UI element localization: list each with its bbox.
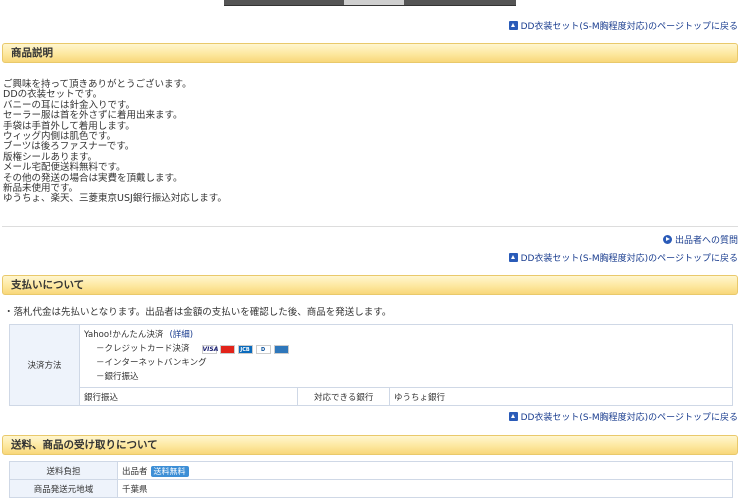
- seller-question-label: 出品者への質問: [674, 236, 738, 246]
- page-top-link-label: DD衣装セット(S-M胸程度対応)のページトップに戻る: [520, 254, 738, 264]
- page-top-link-label: DD衣装セット(S-M胸程度対応)のページトップに戻る: [520, 413, 738, 423]
- section-header-payment: 支払いについて: [2, 275, 738, 295]
- seller-question-link[interactable]: 出品者への質問: [662, 233, 738, 246]
- arrow-up-icon: [508, 253, 518, 262]
- divider: [2, 226, 738, 227]
- section-header-description: 商品説明: [2, 43, 738, 63]
- page-top-link[interactable]: DD衣装セット(S-M胸程度対応)のページトップに戻る: [508, 251, 738, 264]
- yahoo-pay-label: Yahoo!かんたん決済: [84, 330, 164, 340]
- arrow-up-icon: [508, 412, 518, 421]
- amex-icon: [273, 344, 289, 354]
- page-top-link-label: DD衣装セット(S-M胸程度対応)のページトップに戻る: [520, 22, 738, 32]
- shipping-burden-label: 送料負担: [9, 461, 118, 480]
- banks-value: ゆうちょ銀行: [389, 387, 733, 406]
- arrow-up-icon: [508, 21, 518, 30]
- origin-label: 商品発送元地域: [9, 479, 118, 498]
- free-shipping-badge: 送料無料: [150, 465, 189, 477]
- section-header-shipping: 送料、商品の受け取りについて: [2, 435, 738, 455]
- visa-icon: VISA: [201, 344, 219, 354]
- shipping-burden-value: 出品者: [122, 466, 148, 477]
- card-logos: VISA JCB D: [201, 344, 289, 354]
- credit-card-label: －クレジットカード決済: [96, 344, 190, 354]
- payment-methods-cell: Yahoo!かんたん決済 (詳細) －クレジットカード決済 VISA JCB D…: [79, 324, 733, 388]
- page-top-link[interactable]: DD衣装セット(S-M胸程度対応)のページトップに戻る: [508, 410, 738, 423]
- internet-banking-label: －インターネットバンキング: [96, 358, 207, 368]
- page-top-link[interactable]: DD衣装セット(S-M胸程度対応)のページトップに戻る: [508, 19, 738, 32]
- detail-link[interactable]: (詳細): [169, 328, 193, 342]
- description-text: ご興味を持って頂きありがとうございます。 DDの衣装セットです。 バニーの耳には…: [3, 79, 227, 205]
- payment-table: 決済方法 Yahoo!かんたん決済 (詳細) －クレジットカード決済 VISA …: [9, 324, 733, 406]
- bank-transfer-label: 銀行振込: [79, 387, 298, 406]
- payment-method-label: 決済方法: [9, 324, 80, 406]
- product-image-bottom: [224, 0, 516, 6]
- banks-label: 対応できる銀行: [297, 387, 390, 406]
- jcb-icon: JCB: [237, 344, 253, 354]
- payment-note: ・落札代金は先払いとなります。出品者は金額の支払いを確認した後、商品を発送します…: [4, 307, 392, 318]
- arrow-right-icon: [662, 235, 672, 244]
- shipping-burden-cell: 出品者 送料無料: [117, 461, 733, 480]
- mastercard-icon: [219, 344, 235, 354]
- shipping-table: 送料負担 出品者 送料無料 商品発送元地域 千葉県: [9, 461, 733, 498]
- bank-transfer-sub-label: －銀行振込: [96, 372, 139, 382]
- origin-value: 千葉県: [117, 479, 733, 498]
- description-line: ゆうちょ、楽天、三菱東京USJ銀行振込対応します。: [3, 193, 227, 205]
- diners-icon: D: [255, 344, 271, 354]
